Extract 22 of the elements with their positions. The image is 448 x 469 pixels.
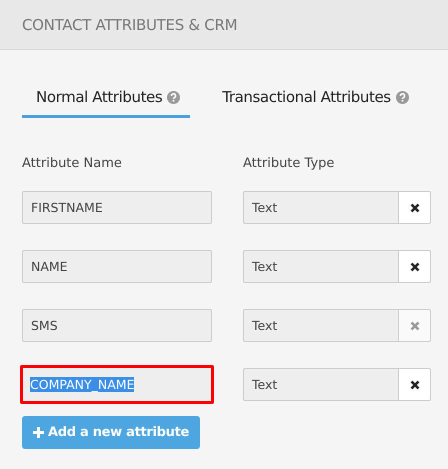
tab[interactable]: Normal Attributes (22, 88, 190, 118)
close-icon (410, 320, 420, 330)
column-label: Attribute Name (22, 156, 123, 171)
close-icon (410, 202, 420, 212)
attribute-type-field[interactable]: Text (243, 250, 398, 283)
attribute-name-field[interactable]: FIRSTNAME (22, 191, 212, 224)
delete-button[interactable] (398, 368, 431, 401)
panel-title: CONTACT ATTRIBUTES & CRM (22, 16, 238, 34)
attribute-type-field[interactable]: Text (243, 368, 398, 401)
help-icon[interactable] (396, 90, 409, 104)
attribute-name-field[interactable]: NAME (22, 250, 212, 283)
close-icon (410, 380, 420, 390)
close-icon (410, 262, 420, 272)
delete-button[interactable] (398, 191, 431, 224)
attribute-type-field[interactable]: Text (243, 191, 398, 224)
plus-icon (33, 427, 44, 438)
attribute-type-field[interactable]: Text (243, 309, 398, 342)
column-label: Attribute Type (243, 156, 336, 171)
tab[interactable]: Transactional Attributes (208, 88, 409, 118)
help-icon[interactable] (167, 90, 180, 104)
attribute-name-field[interactable]: SMS (22, 309, 212, 342)
delete-button[interactable] (398, 250, 431, 283)
